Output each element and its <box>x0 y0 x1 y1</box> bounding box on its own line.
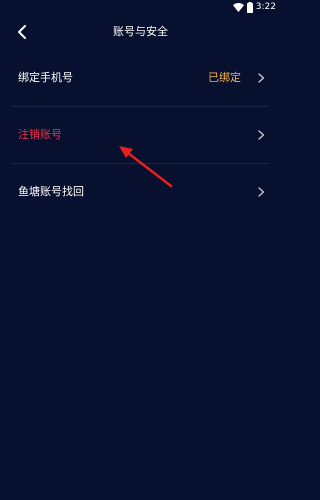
status-bar: 3:22 <box>0 0 281 14</box>
menu-item-bind-phone[interactable]: 绑定手机号 已绑定 <box>0 50 281 106</box>
chevron-right-icon <box>258 73 265 83</box>
bind-status-value: 已绑定 <box>208 71 241 84</box>
battery-icon <box>246 1 253 13</box>
title-bar: 账号与安全 <box>0 14 281 50</box>
settings-menu: 绑定手机号 已绑定 注销账号 鱼塘账号找回 <box>0 50 281 220</box>
menu-item-recover-account[interactable]: 鱼塘账号找回 <box>0 164 281 220</box>
page-title: 账号与安全 <box>113 25 168 38</box>
menu-item-cancel-account[interactable]: 注销账号 <box>0 107 281 163</box>
status-time: 3:22 <box>255 2 276 12</box>
menu-item-label: 鱼塘账号找回 <box>18 185 84 198</box>
back-arrow-icon <box>18 25 26 39</box>
menu-item-label: 绑定手机号 <box>18 71 73 84</box>
status-right: 3:22 <box>232 1 276 13</box>
chevron-right-icon <box>258 187 265 197</box>
wifi-icon <box>232 2 244 12</box>
menu-item-label: 注销账号 <box>18 128 62 141</box>
chevron-right-icon <box>258 130 265 140</box>
back-button[interactable] <box>10 20 34 44</box>
